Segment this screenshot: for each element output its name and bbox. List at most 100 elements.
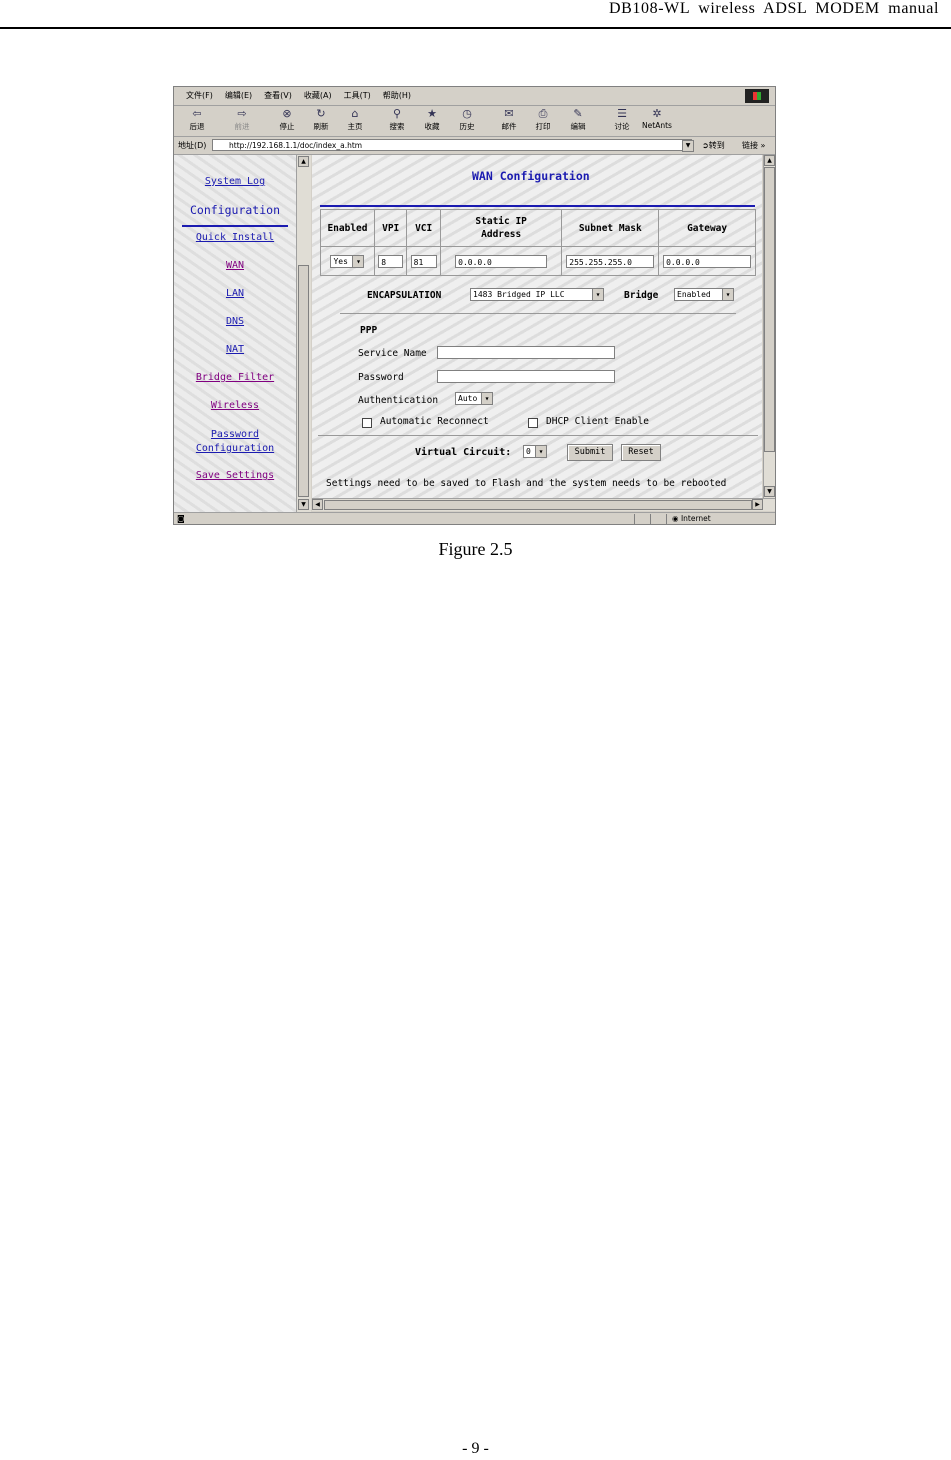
scroll-down-icon[interactable]: ▼ [298,499,309,510]
browser-content: System Log Configuration Quick Install W… [174,155,775,512]
netants-button[interactable]: ✲ NetAnts [640,108,674,131]
right-scrollbar[interactable]: ▲ ▼ [763,155,775,498]
history-button[interactable]: ◷ 历史 [452,108,482,132]
forward-arrow-icon: ⇨ [237,107,247,120]
edit-button[interactable]: ✎ 编辑 [563,108,593,132]
search-label: 搜索 [389,122,405,131]
search-button[interactable]: ⚲ 搜索 [382,108,412,132]
right-scroll-up-icon[interactable]: ▲ [764,155,775,166]
vpi-cell: 8 [373,246,408,276]
gateway-input[interactable]: 0.0.0.0 [663,254,752,268]
bridge-select[interactable]: Enabled [674,288,734,301]
sidebar-item-quick-install[interactable]: Quick Install [174,232,296,243]
go-arrow-icon: ➲ [702,141,709,150]
address-input[interactable]: http://192.168.1.1/doc/index_a.htm [212,139,692,151]
links-button[interactable]: 链接 » [742,140,765,151]
password-label: Password [358,372,404,383]
scroll-left-icon[interactable]: ◀ [312,499,323,510]
title-rule [320,205,755,207]
ppp-heading: PPP [360,325,378,336]
page-title: WAN Configuration [472,169,590,183]
menu-favorites[interactable]: 收藏(A) [304,90,332,101]
sidebar-item-wan[interactable]: WAN [174,260,296,271]
wan-config-frame: WAN Configuration Enabled VPI VCI Static… [312,155,762,498]
print-button[interactable]: ⎙ 打印 [528,108,558,132]
dhcp-client-checkbox[interactable] [528,418,538,428]
authentication-select[interactable]: Auto [455,392,493,405]
sidebar-item-system-log[interactable]: System Log [174,176,296,187]
bridge-label: Bridge [624,290,659,301]
header-title: DB108-WL wireless ADSL MODEM manual [609,0,939,17]
discuss-button[interactable]: ☰ 讨论 [607,108,637,132]
scroll-right-icon[interactable]: ▶ [752,499,763,510]
home-button[interactable]: ⌂ 主页 [340,108,370,132]
browser-toolbar: ⇦ 后退 ⇨ 前进 ⊗ 停止 ↻ 刷新 ⌂ 主页 ⚲ 搜索 ★ 收藏 ◷ 历史 ✉ 邮件 ⎙ 打印 … [174,106,775,137]
discuss-icon: ☰ [617,107,627,120]
mail-button[interactable]: ✉ 邮件 [494,108,524,132]
go-button[interactable]: ➲转到 [702,140,725,151]
menu-tools[interactable]: 工具(T) [344,90,371,101]
search-icon: ⚲ [392,107,402,120]
virtual-circuit-select[interactable]: 0 [523,445,547,458]
menu-edit[interactable]: 编辑(E) [225,90,252,101]
home-icon: ⌂ [351,107,359,120]
right-scroll-thumb[interactable] [764,167,775,452]
go-label: 转到 [708,141,725,150]
figure-caption: Figure 2.5 [438,539,513,559]
status-divider [666,514,667,524]
forward-button[interactable]: ⇨ 前进 [227,108,257,132]
vci-input[interactable]: 81 [410,254,437,268]
submit-button[interactable]: Submit [567,444,613,461]
enabled-cell: Yes [320,246,375,276]
back-arrow-icon: ⇦ [192,107,202,120]
mail-label: 邮件 [501,122,517,131]
vci-cell: 81 [406,246,441,276]
sidebar-item-lan[interactable]: LAN [174,288,296,299]
ppp-divider [340,313,736,314]
horizontal-scrollbar[interactable]: ◀ ▶ [312,498,775,511]
zone-label: Internet [680,514,711,523]
favorites-label: 收藏 [424,122,440,131]
auto-reconnect-label: Automatic Reconnect [380,416,489,427]
sidebar-heading-rule [182,225,288,227]
scroll-up-icon[interactable]: ▲ [298,156,309,167]
left-scroll-thumb[interactable] [298,265,309,497]
gateway-cell: 0.0.0.0 [658,246,756,276]
service-name-input[interactable] [437,346,615,359]
enabled-select[interactable]: Yes [330,254,365,268]
right-scroll-down-icon[interactable]: ▼ [764,486,775,497]
mask-input[interactable]: 255.255.255.0 [566,254,655,268]
address-dropdown-icon[interactable]: ▼ [682,140,694,152]
col-enabled: Enabled [320,209,375,247]
vpi-input[interactable]: 8 [378,254,404,268]
password-input[interactable] [437,370,615,383]
authentication-label: Authentication [358,395,439,406]
encapsulation-select[interactable]: 1483 Bridged IP LLC [470,288,604,301]
windows-logo-icon [745,89,769,103]
ip-cell: 0.0.0.0 [439,246,563,276]
form-divider [318,435,758,436]
sidebar-item-bridge-filter[interactable]: Bridge Filter [174,372,296,383]
ip-input[interactable]: 0.0.0.0 [455,254,548,268]
menu-view[interactable]: 查看(V) [264,90,292,101]
left-scrollbar[interactable]: ▲ ▼ [296,155,311,512]
sidebar-item-dns[interactable]: DNS [174,316,296,327]
back-button[interactable]: ⇦ 后退 [182,108,212,132]
refresh-button[interactable]: ↻ 刷新 [306,108,336,132]
horizontal-scroll-thumb[interactable] [324,500,752,510]
sidebar-item-nat[interactable]: NAT [174,344,296,355]
favorites-button[interactable]: ★ 收藏 [417,108,447,132]
sidebar-item-save-settings[interactable]: Save Settings [174,470,296,481]
stop-label: 停止 [279,122,295,131]
save-note: Settings need to be saved to Flash and t… [326,478,727,489]
col-subnet-mask: Subnet Mask [561,209,660,247]
reset-button[interactable]: Reset [621,444,661,461]
sidebar-item-wireless[interactable]: Wireless [174,400,296,411]
menu-file[interactable]: 文件(F) [186,90,213,101]
menu-help[interactable]: 帮助(H) [383,90,411,101]
stop-button[interactable]: ⊗ 停止 [272,108,302,132]
sidebar-item-password-configuration[interactable]: Password Configuration [191,428,279,456]
home-label: 主页 [347,122,363,131]
col-vpi: VPI [373,209,408,247]
auto-reconnect-checkbox[interactable] [362,418,372,428]
